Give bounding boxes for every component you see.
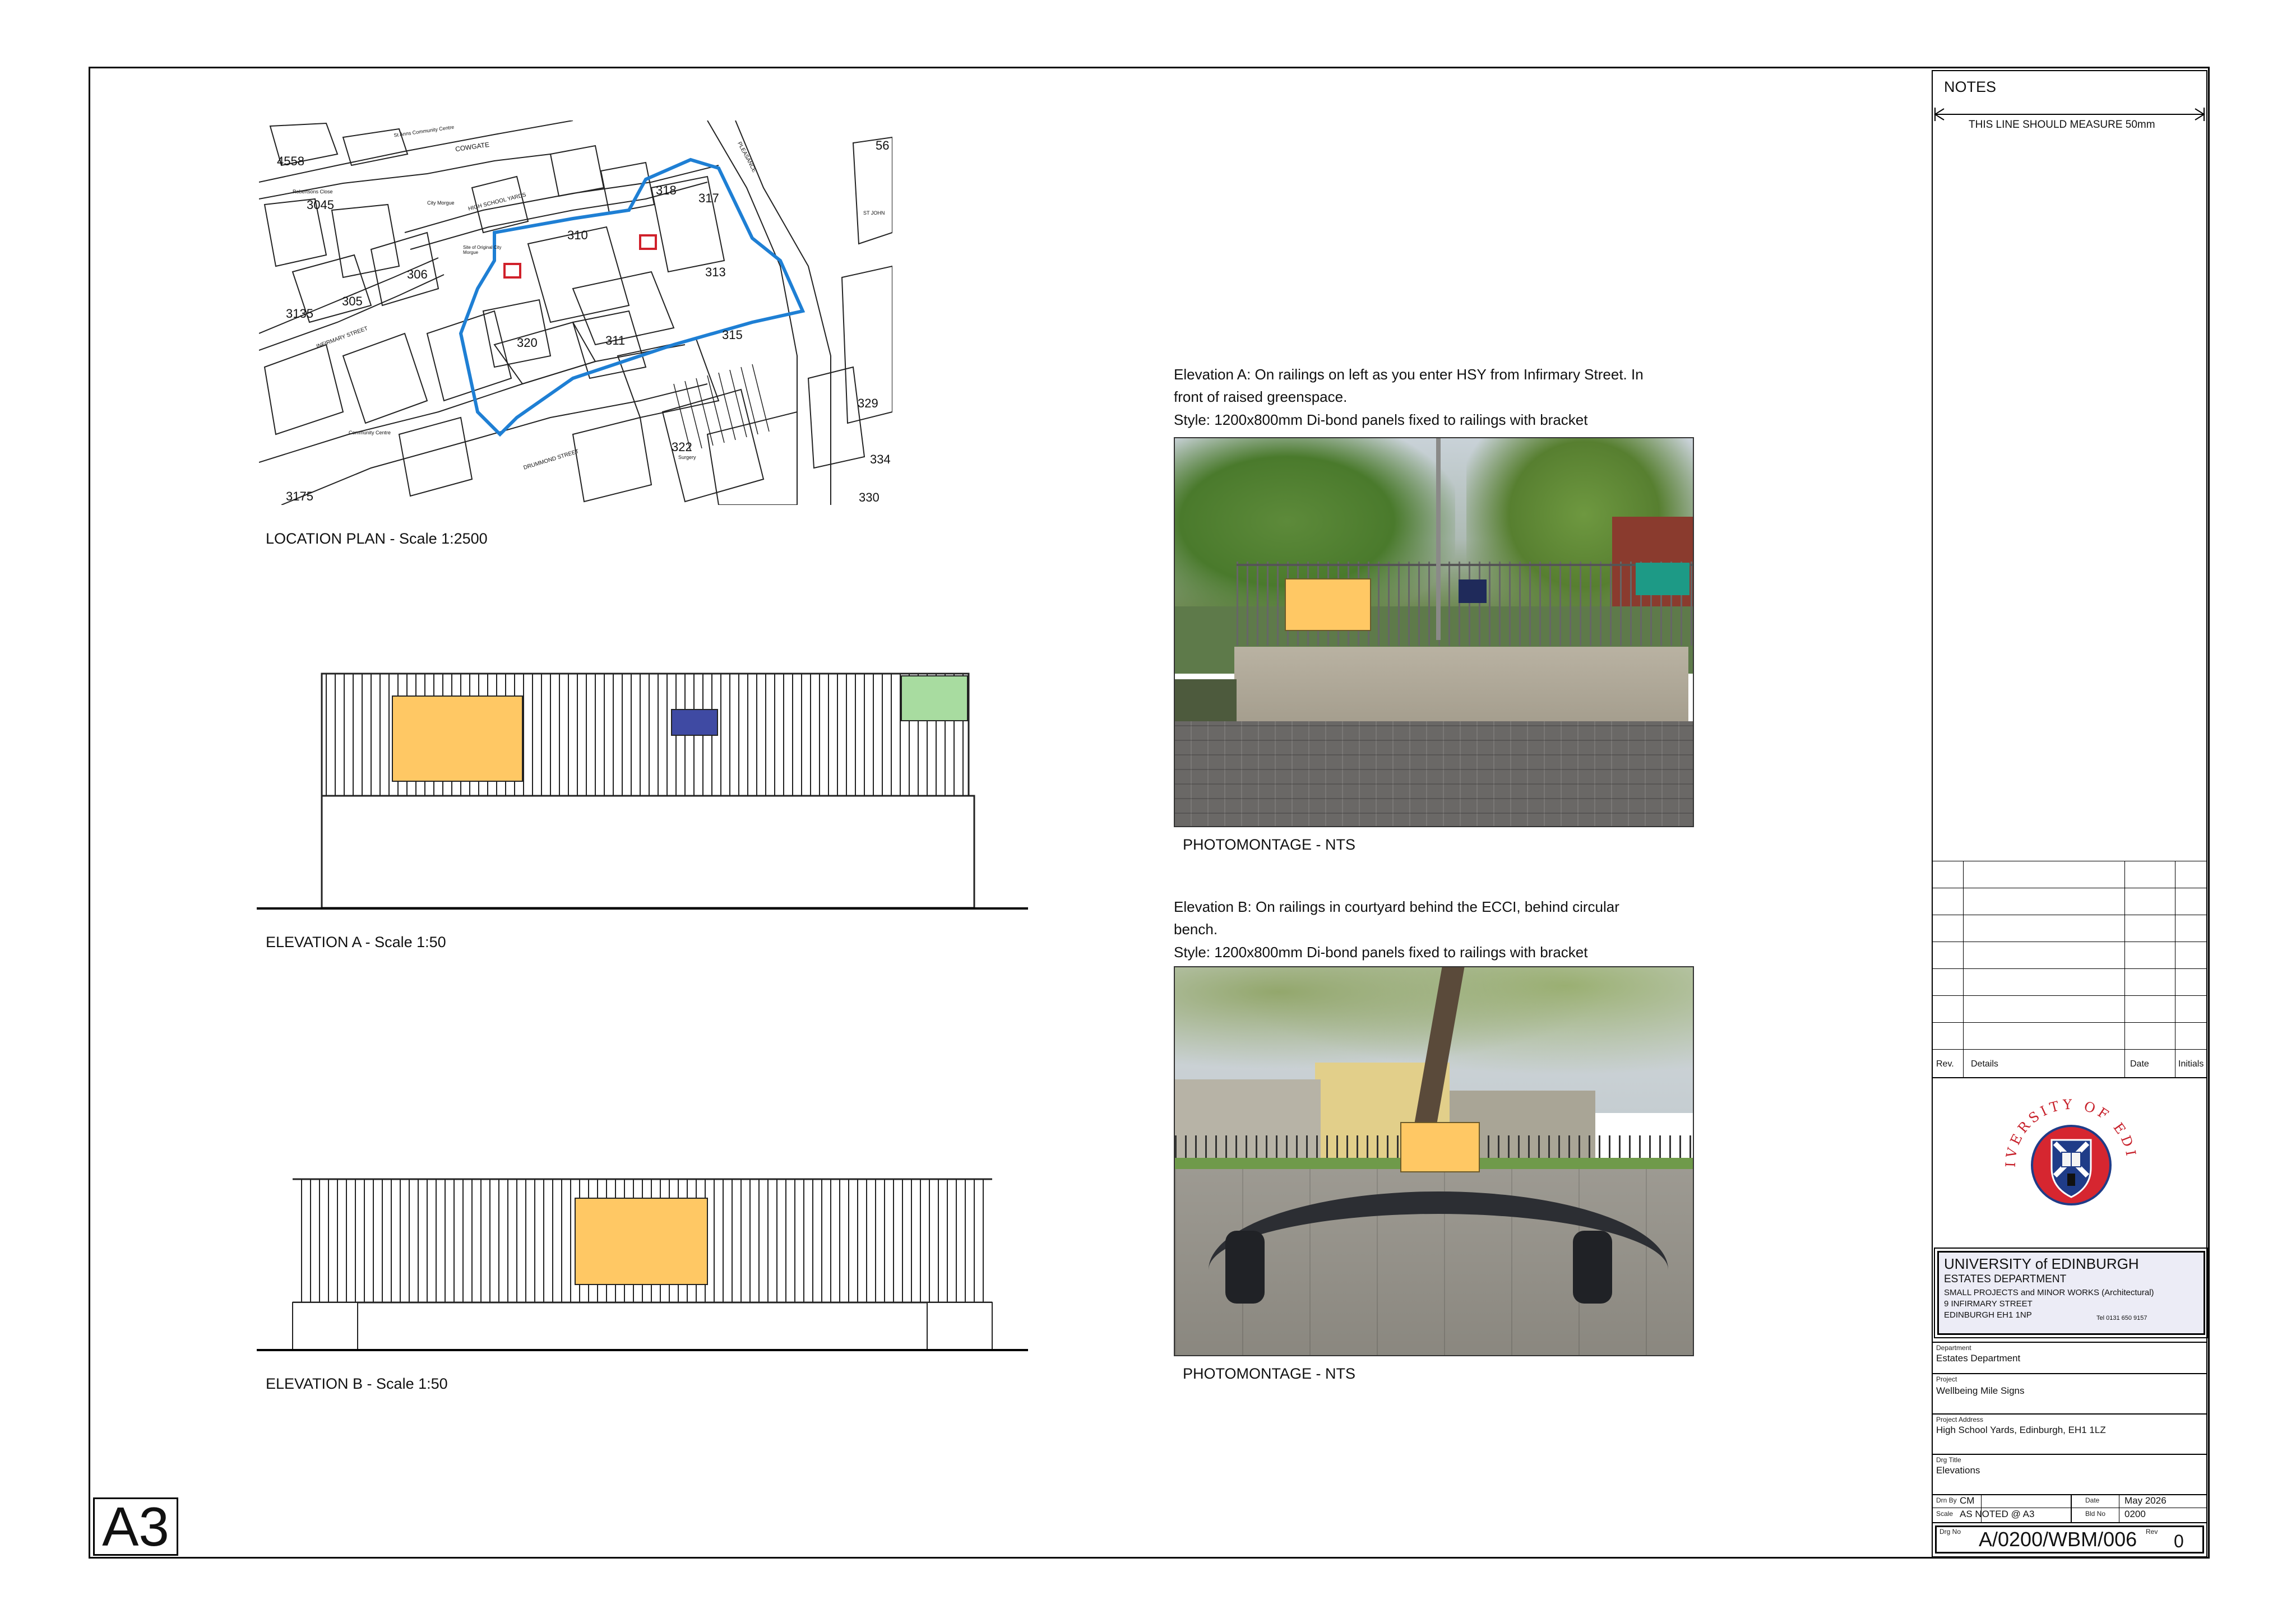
photo-a-sign-panel (1285, 578, 1371, 631)
map-label: 305 (342, 294, 363, 308)
rev-label: Rev (2146, 1528, 2158, 1536)
map-label: 334 (870, 452, 891, 466)
photo-b-style: Style: 1200x800mm Di-bond panels fixed t… (1174, 944, 1588, 961)
elevation-b-svg (257, 1178, 1028, 1351)
drg-no-label: Drg No (1939, 1528, 1961, 1536)
map-label: 313 (705, 265, 726, 279)
project-address-label: Project Address (1936, 1416, 1984, 1423)
photo-b-caption: PHOTOMONTAGE - NTS (1183, 1365, 1356, 1382)
map-label: 310 (567, 228, 588, 242)
date-label: Date (2085, 1496, 2100, 1504)
project-value: Wellbeing Mile Signs (1936, 1385, 2025, 1396)
elevation-a-green-panel (901, 675, 968, 721)
location-plan-svg (259, 120, 892, 505)
rev-col-header: Rev. (1936, 1059, 1954, 1069)
measure-line-text: THIS LINE SHOULD MEASURE 50mm (1969, 119, 2155, 131)
drn-by-value: CM (1960, 1495, 1975, 1506)
university-crest: THE UNIVERSITY OF EDINBURGH (1988, 1077, 2147, 1235)
map-label: 320 (517, 336, 538, 350)
notes-heading: NOTES (1944, 78, 1997, 95)
map-label: 317 (698, 191, 719, 205)
map-label: 3135 (286, 307, 313, 321)
bld-no-label: Bld No (2085, 1510, 2106, 1518)
initials-col-header: Initials (2178, 1059, 2204, 1069)
photo-a-caption: PHOTOMONTAGE - NTS (1183, 836, 1356, 853)
drn-by-label: Drn By (1936, 1496, 1957, 1504)
elevation-a-blue-panel (671, 709, 718, 736)
elevation-b-caption: ELEVATION B - Scale 1:50 (266, 1375, 448, 1392)
bld-no-value: 0200 (2124, 1509, 2146, 1519)
map-label: 4558 (277, 154, 304, 168)
map-label: 306 (407, 267, 428, 281)
elevation-a-svg (257, 673, 1028, 910)
drg-title-value: Elevations (1936, 1465, 1980, 1476)
map-label: Community Centre (349, 430, 391, 435)
map-label: 3175 (286, 489, 313, 503)
drg-title-label: Drg Title (1936, 1456, 1961, 1464)
elevation-a-caption: ELEVATION A - Scale 1:50 (266, 934, 446, 950)
department-value: Estates Department (1936, 1353, 2021, 1364)
project-address-value: High School Yards, Edinburgh, EH1 1LZ (1936, 1425, 2106, 1435)
sign-marker-a (503, 263, 521, 279)
address-org: UNIVERSITY of EDINBURGH (1944, 1255, 2139, 1272)
elevation-b-drawing (257, 1177, 1030, 1356)
photo-a-style: Style: 1200x800mm Di-bond panels fixed t… (1174, 411, 1588, 428)
map-label: Site of Original City Morgue (463, 245, 502, 255)
scale-value: AS NOTED @ A3 (1960, 1509, 2035, 1519)
sheet-size-mark: A3 (93, 1497, 178, 1556)
map-label: ST JOHN (863, 210, 885, 216)
map-label: 56 (876, 138, 890, 152)
location-plan-caption: LOCATION PLAN - Scale 1:2500 (266, 530, 488, 547)
elevation-a-drawing (257, 673, 1030, 913)
photo-a-description: Elevation A: On railings on left as you … (1174, 366, 1644, 405)
address-line1: SMALL PROJECTS and MINOR WORKS (Architec… (1944, 1288, 2154, 1297)
department-label: Department (1936, 1344, 1971, 1352)
rev-value: 0 (2174, 1531, 2184, 1551)
address-line3: EDINBURGH EH1 1NP (1944, 1310, 2032, 1320)
address-line2: 9 INFIRMARY STREET (1944, 1299, 2033, 1309)
date-value: May 2026 (2124, 1495, 2167, 1506)
scale-label: Scale (1936, 1510, 1954, 1518)
details-col-header: Details (1971, 1059, 1998, 1069)
project-label: Project (1936, 1375, 1957, 1383)
map-label: 329 (858, 396, 878, 410)
map-label: 311 (605, 333, 626, 347)
map-label: 330 (859, 490, 879, 504)
address-dept: ESTATES DEPARTMENT (1944, 1273, 2067, 1285)
date-col-header: Date (2130, 1059, 2149, 1069)
map-label: 322 (672, 440, 692, 454)
address-tel: Tel 0131 650 9157 (2096, 1315, 2147, 1321)
photomontage-a (1174, 437, 1694, 827)
photomontage-b (1174, 966, 1694, 1356)
map-label: City Morgue (427, 200, 455, 206)
photo-b-sign-panel (1400, 1122, 1480, 1172)
map-label: Surgery (678, 455, 696, 460)
elevation-a-main-panel (392, 695, 523, 782)
map-label: 3045 (307, 198, 334, 212)
sign-marker-b (639, 234, 657, 250)
map-label: Robertsons Close (293, 189, 333, 194)
map-label: 318 (656, 183, 677, 197)
location-plan-map: 4558 3045 3135 305 306 310 311 313 315 3… (259, 120, 892, 505)
elevation-b-main-panel (575, 1198, 708, 1285)
photo-b-description: Elevation B: On railings in courtyard be… (1174, 898, 1619, 938)
map-label: 315 (722, 328, 743, 342)
drg-no-value: A/0200/WBM/006 (1979, 1528, 2137, 1551)
